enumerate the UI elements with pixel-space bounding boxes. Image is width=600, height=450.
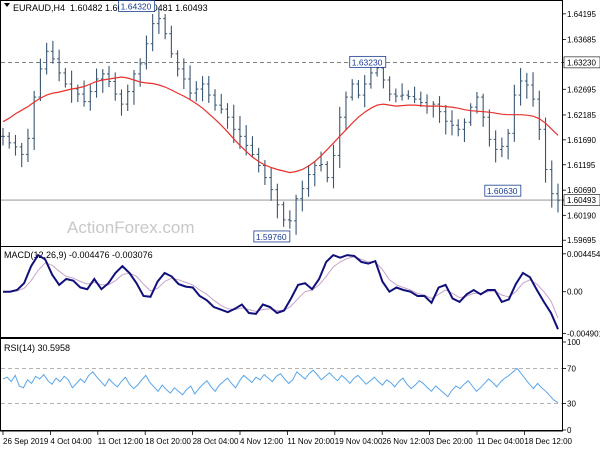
price-axis-label: 1.61195 bbox=[567, 161, 596, 170]
price-axis-label: 1.61690 bbox=[567, 136, 596, 145]
price-axis-label: 1.63230 bbox=[567, 58, 596, 67]
time-axis-label: 26 Sep 2019 bbox=[3, 437, 49, 446]
time-axis-label: 3 Dec 20:00 bbox=[430, 437, 474, 446]
macd-axis-label: 0.00 bbox=[567, 288, 583, 297]
price-axis-label: 1.60493 bbox=[567, 196, 596, 205]
time-axis-label: 11 Dec 04:00 bbox=[477, 437, 525, 446]
time-axis-label: 28 Oct 04:00 bbox=[193, 437, 239, 446]
time-axis-label: 18 Dec 12:00 bbox=[524, 437, 572, 446]
price-axis-label: 1.62695 bbox=[567, 85, 596, 94]
price-annotation: 1.59760 bbox=[253, 230, 291, 243]
watermark: ActionForex.com bbox=[67, 218, 195, 237]
price-annotation-label: 1.59760 bbox=[256, 232, 287, 242]
time-axis-label: 26 Nov 12:00 bbox=[382, 437, 430, 446]
price-axis-label: 1.64195 bbox=[567, 10, 596, 19]
macd-label: MACD(12,26,9) -0.004476 -0.003076 bbox=[4, 250, 153, 260]
price-annotation-label: 1.64320 bbox=[121, 2, 152, 12]
time-axis-label: 11 Oct 12:00 bbox=[98, 437, 144, 446]
price-axis-label: 1.60690 bbox=[567, 186, 596, 195]
macd-axis-label: 0.004454 bbox=[567, 250, 600, 259]
instrument-label: EURAUD,H4 bbox=[13, 3, 65, 13]
price-annotation: 1.63230 bbox=[349, 55, 387, 68]
price-panel-header: EURAUD,H4 1.60482 1.60532 1.60481 1.6049… bbox=[4, 3, 208, 13]
rsi-axis-label: 100 bbox=[567, 338, 581, 347]
time-axis-label: 19 Nov 04:00 bbox=[335, 437, 383, 446]
price-axis-label: 1.62185 bbox=[567, 111, 596, 120]
price-annotation: 1.64320 bbox=[118, 0, 156, 12]
rsi-axis-label: 30 bbox=[567, 400, 576, 409]
rsi-label: RSI(14) 30.5958 bbox=[4, 343, 70, 353]
euraud-h4-chart: ActionForex.com EURAUD,H4 1.60482 1.6053… bbox=[0, 0, 600, 450]
price-axis-label: 1.60190 bbox=[567, 211, 596, 220]
time-axis-label: 11 Nov 20:00 bbox=[287, 437, 335, 446]
time-axis-label: 18 Oct 20:00 bbox=[145, 437, 191, 446]
price-annotation-label: 1.63230 bbox=[352, 57, 383, 67]
rsi-axis-label: 0 bbox=[567, 426, 572, 435]
price-axis-label: 1.59695 bbox=[567, 236, 596, 245]
price-annotation-label: 1.60630 bbox=[487, 186, 518, 196]
price-axis-label: 1.63685 bbox=[567, 35, 596, 44]
rsi-axis-label: 70 bbox=[567, 364, 576, 373]
time-axis-label: 4 Nov 12:00 bbox=[240, 437, 284, 446]
price-annotation: 1.60630 bbox=[484, 184, 522, 197]
time-axis-label: 4 Oct 04:00 bbox=[50, 437, 92, 446]
